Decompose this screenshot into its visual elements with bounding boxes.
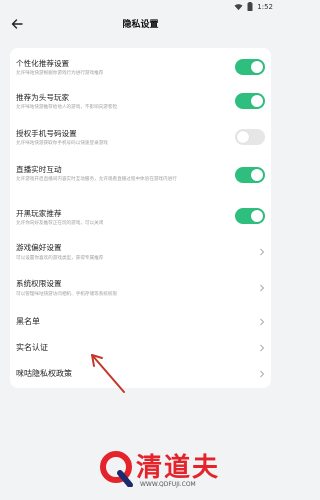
setting-desc: 允许咪咕快游推荐给他人的游戏，不影响向游客检 xyxy=(16,105,118,110)
setting-label: 开黑玩家推荐 xyxy=(16,209,62,218)
setting-live-interaction[interactable]: 直播实时互动 允许游戏开启直播间内容实时互动服务，允许观看直播过程中体验在游戏内… xyxy=(10,158,271,196)
battery-icon xyxy=(247,2,253,11)
watermark-text: 清道夫 xyxy=(136,453,221,483)
setting-desc: 允许咪咕快游获取你手机号码以快速登录游戏 xyxy=(16,141,108,146)
status-bar: 1:52 xyxy=(0,0,281,14)
setting-desc: 可以设置你喜欢的游戏类型，获得专属推荐 xyxy=(16,256,104,261)
page-title: 隐私设置 xyxy=(122,20,159,30)
setting-real-name-auth[interactable]: 实名认证 xyxy=(10,334,271,360)
team-recommend-toggle[interactable] xyxy=(235,208,265,224)
watermark-url: WWW.QDFUJI.COM xyxy=(140,481,196,488)
setting-label: 直播实时互动 xyxy=(16,165,62,174)
status-time: 1:52 xyxy=(257,2,273,11)
setting-system-permissions[interactable]: 系统权限设置 可以管理咪咕快游访问相机、手机存储等系统权限 xyxy=(10,272,271,304)
setting-label: 实名认证 xyxy=(16,343,48,352)
setting-label: 推荐为头号玩家 xyxy=(16,93,70,102)
setting-label: 游戏偏好设置 xyxy=(16,243,62,252)
setting-top-player[interactable]: 推荐为头号玩家 允许咪咕快游推荐给他人的游戏，不影响向游客检 xyxy=(10,86,271,116)
setting-desc: 允许游戏开启直播间内容实时互动服务，允许观看直播过程中体验在游戏内进行 xyxy=(16,177,177,182)
setting-desc: 可以管理咪咕快游访问相机、手机存储等系统权限 xyxy=(16,292,118,297)
chevron-right-icon xyxy=(260,318,265,326)
setting-team-recommend[interactable]: 开黑玩家推荐 允许你向好友推荐正在玩的游戏，可以关闭 xyxy=(10,202,271,232)
top-player-toggle[interactable] xyxy=(235,93,265,109)
setting-label: 授权手机号码设置 xyxy=(16,129,77,138)
setting-label: 黑名单 xyxy=(16,317,40,326)
setting-privacy-policy[interactable]: 咪咕隐私权政策 xyxy=(10,360,271,386)
setting-label: 系统权限设置 xyxy=(16,279,62,288)
watermark: 清道夫 WWW.QDFUJI.COM xyxy=(96,445,276,500)
setting-phone-auth[interactable]: 授权手机号码设置 允许咪咕快游获取你手机号码以快速登录游戏 xyxy=(10,122,271,152)
chevron-right-icon xyxy=(260,248,265,256)
watermark-logo-icon xyxy=(100,451,133,487)
personalized-recommend-toggle[interactable] xyxy=(235,59,265,75)
wifi-icon xyxy=(234,3,243,10)
setting-game-preference[interactable]: 游戏偏好设置 可以设置你喜欢的游戏类型，获得专属推荐 xyxy=(10,236,271,268)
setting-blacklist[interactable]: 黑名单 xyxy=(10,308,271,334)
chevron-right-icon xyxy=(260,370,265,378)
setting-label: 个性化推荐设置 xyxy=(16,59,70,68)
chevron-right-icon xyxy=(260,344,265,352)
nav-bar: 隐私设置 xyxy=(0,14,281,34)
phone-auth-toggle[interactable] xyxy=(235,129,265,145)
chevron-right-icon xyxy=(260,284,265,292)
setting-desc: 允许你向好友推荐正在玩的游戏，可以关闭 xyxy=(16,221,104,226)
setting-personalized-recommend[interactable]: 个性化推荐设置 允许咪咕快游根据你游戏行为进行游戏推荐 xyxy=(10,52,271,82)
setting-desc: 允许咪咕快游根据你游戏行为进行游戏推荐 xyxy=(16,71,104,76)
setting-label: 咪咕隐私权政策 xyxy=(16,369,72,378)
live-interaction-toggle[interactable] xyxy=(235,167,265,183)
settings-card: 个性化推荐设置 允许咪咕快游根据你游戏行为进行游戏推荐 推荐为头号玩家 允许咪咕… xyxy=(10,48,271,388)
